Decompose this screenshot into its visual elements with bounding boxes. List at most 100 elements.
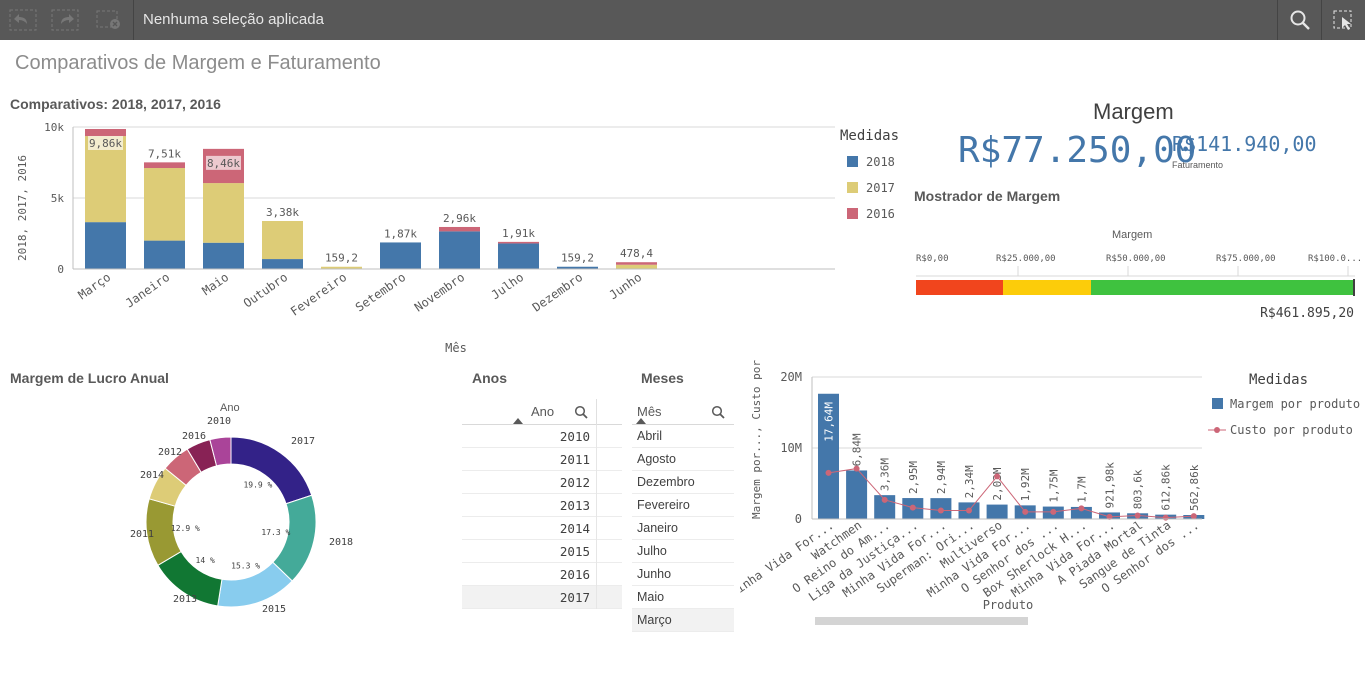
x-tick-label: Dezembro (530, 270, 585, 315)
selections-tool-icon[interactable] (1327, 0, 1361, 40)
point-custo-produto[interactable] (966, 507, 972, 514)
meses-item[interactable]: Março (632, 609, 734, 632)
bar-segment-2016[interactable] (498, 241, 539, 244)
meses-item-label: Junho (637, 567, 672, 581)
combo-chart[interactable]: Margem por..., Custo por... 20M 10M 0 17,64M… (740, 360, 1365, 630)
legend-swatch[interactable] (847, 208, 858, 219)
point-custo-produto[interactable] (825, 469, 832, 476)
bar-segment-2017[interactable] (144, 168, 185, 241)
data-label: 7,51k (148, 147, 181, 160)
legend-label[interactable]: 2017 (866, 181, 895, 195)
bar-segment-2018[interactable] (203, 242, 244, 269)
point-custo-produto[interactable] (881, 496, 888, 503)
point-custo-produto[interactable] (853, 465, 860, 472)
kpi-secondary-label: Faturamento (1172, 160, 1224, 170)
y-axis-title: 2018, 2017, 2016 (16, 155, 29, 261)
anos-item[interactable]: 2011 (462, 448, 622, 471)
search-icon[interactable] (1283, 0, 1317, 40)
bar-segment-2018[interactable] (439, 231, 480, 269)
meses-item[interactable]: Junho (632, 563, 734, 586)
point-custo-produto[interactable] (1050, 508, 1057, 515)
gauge-chart[interactable]: R$0,00 R$25.000,00 R$50.000,00 R$75.000,00 R… (910, 245, 1365, 325)
meses-item-label: Dezembro (637, 475, 695, 489)
bar-segment-2016[interactable] (85, 128, 126, 137)
horizontal-scrollbar[interactable] (815, 617, 1028, 625)
meses-item[interactable]: Fevereiro (632, 494, 734, 517)
legend-swatch[interactable] (1212, 398, 1223, 409)
point-custo-produto[interactable] (909, 504, 916, 511)
point-custo-produto[interactable] (1078, 505, 1085, 512)
meses-listbox[interactable]: Mês Abril Agosto Dezembro Fevereiro Janeiro J… (632, 399, 734, 632)
search-icon[interactable] (574, 405, 588, 422)
anos-item[interactable]: 2015 (462, 540, 622, 563)
donut-slice-2017[interactable] (230, 436, 313, 505)
search-icon[interactable] (711, 405, 725, 422)
meses-item[interactable]: Agosto (632, 448, 734, 471)
sort-asc-icon (636, 418, 646, 424)
gauge-value-label: R$461.895,20 (1260, 306, 1354, 321)
meses-item-label: Julho (637, 544, 667, 558)
meses-item[interactable]: Abril (632, 425, 734, 448)
x-tick-label: Julho (489, 270, 527, 302)
meses-item[interactable]: Maio (632, 586, 734, 609)
legend-point-swatch[interactable] (1214, 427, 1220, 433)
bar-segment-2018[interactable] (85, 222, 126, 269)
step-forward-icon[interactable] (48, 0, 82, 40)
donut-category-label: 2017 (291, 436, 315, 447)
legend-label[interactable]: 2016 (866, 207, 895, 221)
legend-label[interactable]: Custo por produto (1230, 423, 1353, 437)
gauge-tick-label: R$50.000,00 (1106, 254, 1166, 264)
data-label: 3,38k (266, 206, 299, 219)
clear-selections-icon[interactable] (92, 0, 126, 40)
point-custo-produto[interactable] (937, 507, 944, 514)
bar-segment-2018[interactable] (262, 259, 303, 269)
x-tick-label: Fevereiro (288, 270, 349, 319)
anos-header[interactable]: Ano (462, 399, 622, 425)
y-tick-label: 10M (780, 441, 802, 455)
donut-percent-label: 17.3 % (261, 528, 290, 537)
anos-item[interactable]: 2014 (462, 517, 622, 540)
bar-segment-2016[interactable] (439, 226, 480, 232)
step-back-icon[interactable] (6, 0, 40, 40)
point-custo-produto[interactable] (1134, 512, 1141, 519)
anos-item-label: 2015 (559, 543, 590, 559)
point-custo-produto[interactable] (994, 473, 1001, 480)
bar-segment-2018[interactable] (498, 243, 539, 269)
data-label: 1,87k (384, 227, 417, 240)
bar-segment-2018[interactable] (380, 242, 421, 269)
selection-status: Nenhuma seleção aplicada (143, 11, 324, 28)
point-custo-produto[interactable] (1162, 514, 1169, 521)
legend-label[interactable]: Margem por produto (1230, 397, 1360, 411)
y-axis-title: Margem por..., Custo por... (750, 360, 763, 519)
meses-item[interactable]: Dezembro (632, 471, 734, 494)
bar-segment-2017[interactable] (262, 221, 303, 260)
x-tick-label: Setembro (353, 270, 408, 315)
bar-margem-produto[interactable] (846, 470, 868, 519)
legend-label[interactable]: 2018 (866, 155, 895, 169)
bar-segment-2017[interactable] (616, 264, 657, 269)
bar-segment-2017[interactable] (203, 183, 244, 243)
anos-item[interactable]: 2012 (462, 471, 622, 494)
anos-item[interactable]: 2016 (462, 563, 622, 586)
meses-item[interactable]: Julho (632, 540, 734, 563)
bar-segment-2018[interactable] (144, 240, 185, 269)
legend-swatch[interactable] (847, 182, 858, 193)
bar-chart[interactable]: 2018, 2017, 2016 10k 5k 0 9,86k Março 7,51k Jan… (0, 118, 910, 358)
anos-item[interactable]: 2017 (462, 586, 622, 609)
point-custo-produto[interactable] (1022, 508, 1029, 515)
donut-chart[interactable]: 2017 19.9 % 2018 17.3 % 2015 15.3 % 2013 14 % 20… (100, 415, 380, 630)
bar-segment-2016[interactable] (616, 262, 657, 265)
anos-item[interactable]: 2010 (462, 425, 622, 448)
meses-title: Meses (641, 370, 684, 386)
legend-swatch[interactable] (847, 156, 858, 167)
bar-segment-2016[interactable] (144, 162, 185, 169)
anos-listbox[interactable]: Ano 2010 2011 2012 2013 2014 2015 2016 2017 (462, 399, 622, 609)
anos-item[interactable]: 2013 (462, 494, 622, 517)
bar-margem-produto[interactable] (986, 504, 1008, 519)
donut-category-label: 2014 (140, 470, 164, 481)
meses-header[interactable]: Mês (632, 399, 734, 425)
point-custo-produto[interactable] (1190, 513, 1197, 520)
data-label: 803,6k (1132, 469, 1145, 509)
x-axis-title: Produto (983, 598, 1034, 612)
meses-item[interactable]: Janeiro (632, 517, 734, 540)
